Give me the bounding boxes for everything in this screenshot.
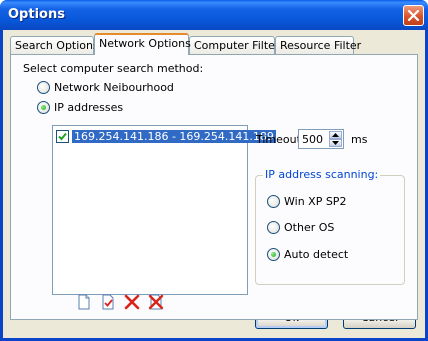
tab-search-options[interactable]: Search Options	[10, 36, 99, 54]
network-options-panel: Select computer search method: Network N…	[10, 54, 418, 320]
tab-label: Search Options	[15, 39, 99, 52]
ip-range-text: 169.254.141.186 - 169.254.141.189	[72, 130, 276, 143]
radio-selected-dot	[271, 252, 276, 257]
tab-computer-filter[interactable]: Computer Filter	[189, 36, 279, 54]
timeout-unit: ms	[351, 133, 368, 146]
delete-all-icon[interactable]	[148, 294, 164, 310]
edit-document-icon[interactable]	[100, 294, 116, 310]
radio-other-os-label[interactable]: Other OS	[284, 221, 334, 234]
delete-x-icon[interactable]	[124, 294, 140, 310]
tab-label: Resource Filter	[280, 39, 362, 52]
tab-resource-filter[interactable]: Resource Filter	[275, 36, 361, 54]
ip-scanning-group: IP address scanning: Win XP SP2 Other OS…	[255, 168, 405, 285]
ip-scanning-title: IP address scanning:	[263, 168, 381, 181]
tab-network-options[interactable]: Network Options	[94, 33, 191, 55]
radio-win-xp-sp2[interactable]	[267, 195, 280, 208]
window-title: Options	[8, 7, 65, 22]
radio-ip-addresses[interactable]	[37, 101, 50, 114]
radio-ip-addresses-label[interactable]: IP addresses	[54, 101, 123, 114]
check-icon	[58, 132, 67, 141]
tab-label: Network Options	[99, 37, 191, 50]
radio-network-neighbourhood-label[interactable]: Network Neibourhood	[54, 81, 174, 94]
ip-range-checkbox[interactable]	[56, 130, 69, 143]
radio-network-neighbourhood[interactable]	[37, 81, 50, 94]
options-dialog: Options Search Options Network Options C…	[0, 0, 428, 341]
tab-label: Computer Filter	[194, 39, 280, 52]
new-document-icon[interactable]	[76, 294, 92, 310]
ip-range-list[interactable]: 169.254.141.186 - 169.254.141.189	[52, 125, 276, 295]
search-method-label: Select computer search method:	[23, 62, 204, 75]
radio-selected-dot	[41, 105, 46, 110]
dialog-client-area: Search Options Network Options Computer …	[3, 30, 425, 338]
timeout-value[interactable]: 500	[302, 133, 323, 146]
arrow-up-icon	[332, 133, 339, 137]
close-button[interactable]	[403, 5, 424, 26]
spin-up-button[interactable]	[329, 131, 342, 139]
close-icon	[408, 10, 419, 21]
radio-auto-detect[interactable]	[267, 248, 280, 261]
radio-win-xp-sp2-label[interactable]: Win XP SP2	[284, 195, 346, 208]
list-item[interactable]: 169.254.141.186 - 169.254.141.189	[56, 129, 276, 144]
title-bar[interactable]: Options	[0, 0, 428, 30]
timeout-spinner[interactable]: 500	[298, 129, 344, 149]
spin-down-button[interactable]	[329, 139, 342, 147]
radio-other-os[interactable]	[267, 221, 280, 234]
spinner-buttons	[329, 131, 342, 147]
arrow-down-icon	[332, 141, 339, 145]
radio-auto-detect-label[interactable]: Auto detect	[284, 248, 348, 261]
